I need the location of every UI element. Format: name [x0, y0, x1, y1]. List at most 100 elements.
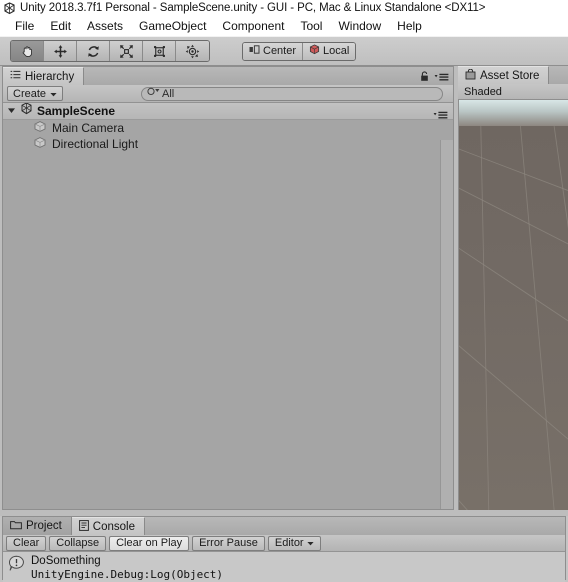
search-icon	[147, 87, 160, 100]
rotate-icon	[86, 44, 101, 59]
collapse-button[interactable]: Collapse	[49, 535, 107, 551]
scene-grid	[459, 126, 568, 510]
hierarchy-scrollbar[interactable]	[440, 140, 453, 509]
scale-tool-button[interactable]	[110, 41, 143, 61]
scene-viewport[interactable]	[458, 100, 568, 510]
pivot-rotation-label: Local	[323, 45, 350, 57]
tab-project-label: Project	[26, 520, 62, 532]
hierarchy-scene-row[interactable]: SampleScene	[3, 103, 453, 120]
hierarchy-panel: Hierarchy Create All SampleScene Main Ca…	[2, 66, 454, 510]
create-button-label: Create	[13, 87, 47, 100]
move-arrows-icon	[53, 44, 68, 59]
clear-on-play-button[interactable]: Clear on Play	[109, 535, 190, 551]
tab-hierarchy[interactable]: Hierarchy	[3, 67, 85, 85]
transform-tools-group	[10, 40, 210, 62]
console-panel: Project Console Clear Collapse Clear on …	[2, 516, 566, 582]
pivot-controls-group: Center Local	[242, 41, 357, 61]
hand-icon	[20, 44, 35, 59]
pivot-rotation-button[interactable]: Local	[303, 42, 356, 60]
asset-store-bag-icon	[465, 68, 476, 83]
rotate-tool-button[interactable]	[77, 41, 110, 61]
tab-project[interactable]: Project	[3, 517, 72, 535]
scale-icon	[119, 44, 134, 59]
hierarchy-tree[interactable]: SampleScene Main Camera Directional Ligh…	[3, 103, 453, 509]
pivot-mode-button[interactable]: Center	[243, 42, 304, 60]
gameobject-cube-icon	[33, 136, 47, 152]
menu-window[interactable]: Window	[330, 18, 389, 35]
error-pause-button-label: Error Pause	[199, 537, 258, 549]
workspace: Hierarchy Create All SampleScene Main Ca…	[0, 66, 568, 516]
clear-button-label: Clear	[13, 537, 40, 549]
search-input[interactable]: All	[141, 86, 443, 101]
pivot-center-icon	[249, 45, 260, 57]
draw-mode-dropdown[interactable]: Shaded	[464, 86, 502, 98]
foldout-expanded-icon[interactable]	[7, 103, 16, 120]
info-log-icon	[8, 555, 25, 577]
hierarchy-toolbar: Create All	[3, 85, 453, 103]
chevron-down-icon	[50, 88, 57, 100]
editor-dropdown-label: Editor	[274, 537, 304, 549]
lock-icon[interactable]	[420, 69, 429, 87]
title-bar: Unity 2018.3.7f1 Personal - SampleScene.…	[0, 0, 568, 16]
transform-icon	[185, 44, 200, 59]
menu-help[interactable]: Help	[389, 18, 430, 35]
hierarchy-scene-name: SampleScene	[37, 104, 116, 118]
scene-sky	[459, 100, 568, 126]
tab-hierarchy-label: Hierarchy	[25, 70, 75, 83]
console-log-list[interactable]: DoSomething UnityEngine.Debug:Log(Object…	[3, 552, 565, 582]
hierarchy-item-main-camera[interactable]: Main Camera	[3, 120, 453, 136]
menu-assets[interactable]: Assets	[79, 18, 131, 35]
console-icon	[78, 519, 89, 534]
pivot-mode-label: Center	[263, 45, 297, 57]
hierarchy-tab-controls	[420, 69, 449, 87]
hierarchy-item-label: Directional Light	[52, 137, 139, 151]
unity-scene-icon	[20, 103, 33, 120]
hierarchy-icon	[10, 70, 21, 83]
collapse-button-label: Collapse	[56, 537, 100, 549]
local-space-icon	[309, 44, 320, 58]
hamburger-menu-icon[interactable]	[434, 69, 449, 87]
editor-dropdown-button[interactable]: Editor	[267, 535, 321, 551]
tab-asset-store-label: Asset Store	[480, 69, 540, 82]
hand-tool-button[interactable]	[11, 41, 44, 61]
create-button[interactable]: Create	[7, 86, 64, 101]
menu-file[interactable]: File	[7, 18, 42, 35]
rect-transform-tool-button[interactable]	[143, 41, 176, 61]
scene-view-panel: Asset Store Shaded	[458, 66, 568, 510]
menu-gameobject[interactable]: GameObject	[131, 18, 214, 35]
main-toolbar: Center Local	[0, 36, 568, 66]
scene-view-toolbar: Shaded	[458, 84, 568, 100]
menu-edit[interactable]: Edit	[42, 18, 79, 35]
clear-on-play-button-label: Clear on Play	[116, 537, 183, 549]
console-log-text: DoSomething UnityEngine.Debug:Log(Object…	[31, 555, 223, 581]
console-tabstrip: Project Console	[3, 517, 565, 535]
window-title: Unity 2018.3.7f1 Personal - SampleScene.…	[20, 2, 486, 14]
tab-console-label: Console	[92, 520, 135, 533]
rect-transform-icon	[152, 44, 167, 59]
scene-context-menu-icon[interactable]	[433, 107, 448, 125]
search-input-value: All	[162, 87, 175, 100]
hierarchy-tabstrip: Hierarchy	[3, 67, 453, 85]
menu-tool[interactable]: Tool	[292, 18, 330, 35]
scene-tabstrip: Asset Store	[458, 66, 568, 84]
console-toolbar: Clear Collapse Clear on Play Error Pause…	[3, 535, 565, 552]
tab-console[interactable]: Console	[71, 517, 145, 535]
console-log-entry[interactable]: DoSomething UnityEngine.Debug:Log(Object…	[3, 552, 565, 582]
chevron-down-icon	[307, 537, 314, 549]
unity-editor-window: Unity 2018.3.7f1 Personal - SampleScene.…	[0, 0, 568, 582]
move-tool-button[interactable]	[44, 41, 77, 61]
hierarchy-item-label: Main Camera	[52, 121, 125, 135]
menu-component[interactable]: Component	[214, 18, 292, 35]
bottom-dock: Project Console Clear Collapse Clear on …	[0, 516, 568, 582]
folder-icon	[10, 520, 22, 533]
gameobject-cube-icon	[33, 120, 47, 136]
menu-bar: File Edit Assets GameObject Component To…	[0, 16, 568, 36]
error-pause-button[interactable]: Error Pause	[192, 535, 265, 551]
transform-tool-button[interactable]	[176, 41, 209, 61]
console-log-stack: UnityEngine.Debug:Log(Object)	[31, 568, 224, 581]
hierarchy-item-directional-light[interactable]: Directional Light	[3, 136, 453, 152]
tab-asset-store[interactable]: Asset Store	[458, 66, 550, 84]
clear-button[interactable]: Clear	[6, 535, 47, 551]
console-log-message: DoSomething	[31, 555, 101, 567]
unity-logo-icon	[3, 1, 16, 15]
